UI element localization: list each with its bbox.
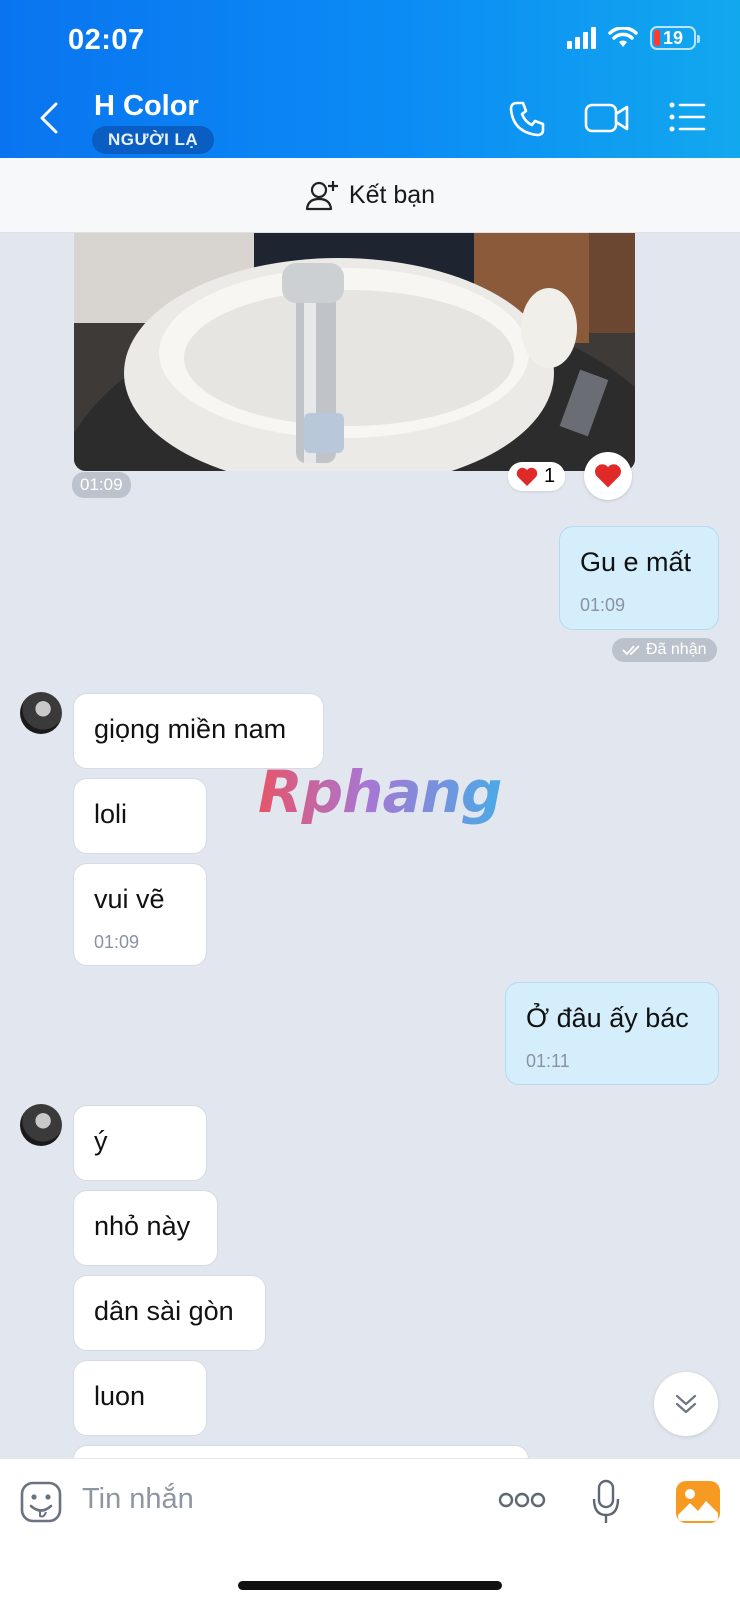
delivery-status-text: Đã nhận [646,641,707,658]
message-text: loli [94,799,128,829]
cellular-signal-icon [567,27,596,49]
message-text: nhỏ này [94,1211,191,1241]
chat-title[interactable]: H Color [94,90,199,123]
message-text: Gu e mất [580,547,692,577]
watermark-logo: Rphang [258,758,502,826]
incoming-message[interactable]: dân sài gòn [73,1275,266,1351]
message-time: 01:11 [526,1051,570,1071]
incoming-message[interactable]: luon [73,1360,207,1436]
message-input[interactable]: Tin nhắn [82,1483,194,1516]
wifi-icon [608,27,638,47]
message-text: vui vẽ [94,884,165,914]
incoming-message[interactable]: vui vẽ 01:09 [73,863,207,966]
composer-bar: Tin nhắn [0,1458,740,1600]
outgoing-message[interactable]: Gu e mất 01:09 [559,526,719,630]
more-options-icon[interactable] [498,1491,546,1509]
reaction-count-value: 1 [544,465,556,487]
battery-icon: 19 [650,26,700,50]
battery-level: 19 [662,27,684,48]
reaction-count[interactable]: 1 [508,462,566,491]
add-friend-label: Kết bạn [348,180,436,209]
outgoing-message[interactable]: Ở đâu ấy bác 01:11 [505,982,719,1085]
photo-time: 01:09 [72,472,131,498]
back-icon[interactable] [36,100,62,136]
stranger-badge: NGƯỜI LẠ [92,126,215,154]
double-chevron-down-icon [675,1394,697,1414]
avatar[interactable] [20,1104,62,1146]
incoming-message[interactable]: loli [73,778,207,854]
microphone-icon[interactable] [592,1479,620,1525]
photo-message[interactable] [74,233,635,471]
heart-icon [516,467,538,486]
delivery-status: Đã nhận [612,638,717,662]
message-time: 01:09 [94,932,140,952]
incoming-message[interactable]: ý [73,1105,207,1181]
add-friend-button[interactable]: Kết bạn [0,158,740,233]
status-icons: 19 [567,26,700,50]
gallery-image-icon[interactable] [676,1481,720,1523]
message-text: ý [94,1126,108,1156]
phone-icon[interactable] [508,100,546,138]
message-time: 01:09 [580,595,626,615]
message-text: dân sài gòn [94,1296,234,1326]
heart-icon [595,464,621,488]
message-text: Ở đâu ấy bác [526,1003,689,1033]
chat-header: 02:07 19 H Color NGƯỜI LẠ [0,0,740,158]
add-friend-icon [305,181,338,211]
status-time: 02:07 [68,24,145,56]
sink-photo [74,233,635,471]
message-text: giọng miền nam [94,714,287,744]
scroll-to-bottom-button[interactable] [654,1372,718,1436]
avatar[interactable] [20,692,62,734]
double-check-icon [622,645,640,656]
home-indicator [238,1581,502,1590]
message-text: luon [94,1381,146,1411]
sticker-emoji-icon[interactable] [20,1481,62,1523]
react-button[interactable] [584,452,632,500]
video-call-icon[interactable] [584,100,630,136]
menu-list-icon[interactable] [668,100,706,134]
incoming-message[interactable]: nhỏ này [73,1190,218,1266]
